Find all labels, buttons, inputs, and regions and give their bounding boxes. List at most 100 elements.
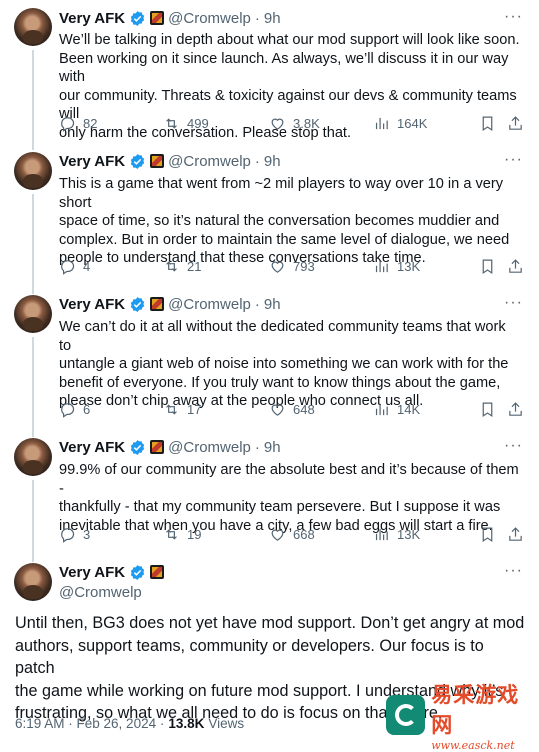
verified-badge-icon [130,296,145,312]
tweet-meta: 6:19 AM · Feb 26, 2024 · 13.8K Views [15,716,244,731]
share-icon [509,401,522,416]
more-options-icon[interactable]: ··· [504,8,523,26]
more-options-icon[interactable]: ··· [504,151,523,169]
share-button[interactable] [507,398,524,420]
like-button[interactable]: 3.8K [269,112,320,134]
reply-icon [61,116,75,132]
author-name[interactable]: Very AFK [59,10,125,27]
analytics-icon [375,260,388,272]
thread-connector [32,50,34,150]
avatar[interactable] [14,438,52,476]
author-handle[interactable]: @Cromwelp [59,584,142,601]
tweet-header: Very AFK [59,562,165,582]
tweet-header: Very AFK @Cromwelp · 9h [59,151,281,171]
retweet-icon [166,260,177,272]
retweet-button[interactable]: 19 [163,523,201,545]
share-button[interactable] [507,255,524,277]
tweet-header: Very AFK @Cromwelp · 9h [59,8,281,28]
verified-badge-icon [130,153,145,169]
affiliate-badge-icon [150,440,165,454]
verified-badge-icon [130,439,145,455]
watermark-brand: 易采游戏网 [431,681,520,737]
author-name[interactable]: Very AFK [59,564,125,581]
bookmark-button[interactable] [479,398,496,420]
author-handle[interactable]: @Cromwelp [168,10,251,27]
author-handle[interactable]: @Cromwelp [168,439,251,456]
retweet-icon [166,403,177,415]
like-count: 3.8K [293,115,320,131]
tweet-time[interactable]: 9h [264,153,281,170]
separator-dot: · [254,438,260,456]
share-icon [509,258,522,273]
tweet-subheader: @Cromwelp [59,582,142,602]
tweet-header: Very AFK @Cromwelp · 9h [59,437,281,457]
retweet-button[interactable]: 17 [163,398,201,420]
views-count: 14K [397,401,421,417]
more-options-icon[interactable]: ··· [504,294,523,312]
tweet-actions: 6 17 648 14K [59,398,529,420]
bookmark-icon [482,116,493,131]
views-button[interactable]: 14K [373,398,420,420]
share-button[interactable] [507,523,524,545]
author-name[interactable]: Very AFK [59,296,125,313]
like-button[interactable]: 648 [269,398,315,420]
share-icon [509,526,522,541]
like-button[interactable]: 668 [269,523,315,545]
thread-connector [32,194,34,294]
like-count: 648 [293,401,315,417]
more-options-icon[interactable]: ··· [504,437,523,455]
share-button[interactable] [507,112,524,134]
separator-dot: · [254,152,260,170]
affiliate-badge-icon [150,154,165,168]
avatar[interactable] [14,8,52,46]
author-handle[interactable]: @Cromwelp [168,296,251,313]
tweet-header: Very AFK @Cromwelp · 9h [59,294,281,314]
views-button[interactable]: 13K [373,255,420,277]
reply-button[interactable]: 82 [59,112,97,134]
reply-button[interactable]: 6 [59,398,90,420]
heart-icon [271,118,284,130]
views-count: 13K [397,526,421,542]
affiliate-badge-icon [150,11,165,25]
thread-connector [32,337,34,437]
reply-icon [61,259,75,275]
reply-count: 82 [83,115,98,131]
retweet-count: 499 [187,115,209,131]
bookmark-icon [482,259,493,274]
views-count: 13K [397,258,421,274]
tweet-time[interactable]: 9h [264,296,281,313]
tweet-date[interactable]: 6:19 AM · Feb 26, 2024 · [15,716,164,731]
site-watermark: 易采游戏网 www.easck.net [386,682,539,752]
heart-icon [271,529,284,541]
bookmark-button[interactable] [479,112,496,134]
tweet-text: This is a game that went from ~2 mil pla… [59,176,510,266]
separator-dot: · [254,9,260,27]
bookmark-button[interactable] [479,255,496,277]
avatar[interactable] [14,152,52,190]
tweet-text: We can’t do it at all without the dedica… [59,319,509,409]
verified-badge-icon [130,564,145,580]
views-button[interactable]: 164K [373,112,427,134]
tweet-time[interactable]: 9h [264,439,281,456]
author-name[interactable]: Very AFK [59,439,125,456]
reply-count: 3 [83,526,91,542]
tweet-actions: 3 19 668 13K [59,523,529,545]
retweet-count: 19 [187,526,202,542]
more-options-icon[interactable]: ··· [504,562,523,580]
author-handle[interactable]: @Cromwelp [168,153,251,170]
affiliate-badge-icon [150,297,165,311]
like-button[interactable]: 793 [269,255,315,277]
reply-button[interactable]: 4 [59,255,90,277]
views-button[interactable]: 13K [373,523,420,545]
retweet-button[interactable]: 21 [163,255,201,277]
tweet-time[interactable]: 9h [264,10,281,27]
avatar[interactable] [14,295,52,333]
views-total: 13.8K [168,716,205,731]
reply-button[interactable]: 3 [59,523,90,545]
views-label: Views [208,716,245,731]
retweet-button[interactable]: 499 [163,112,209,134]
bookmark-button[interactable] [479,523,496,545]
reply-icon [61,402,75,418]
avatar[interactable] [14,563,52,601]
author-name[interactable]: Very AFK [59,153,125,170]
